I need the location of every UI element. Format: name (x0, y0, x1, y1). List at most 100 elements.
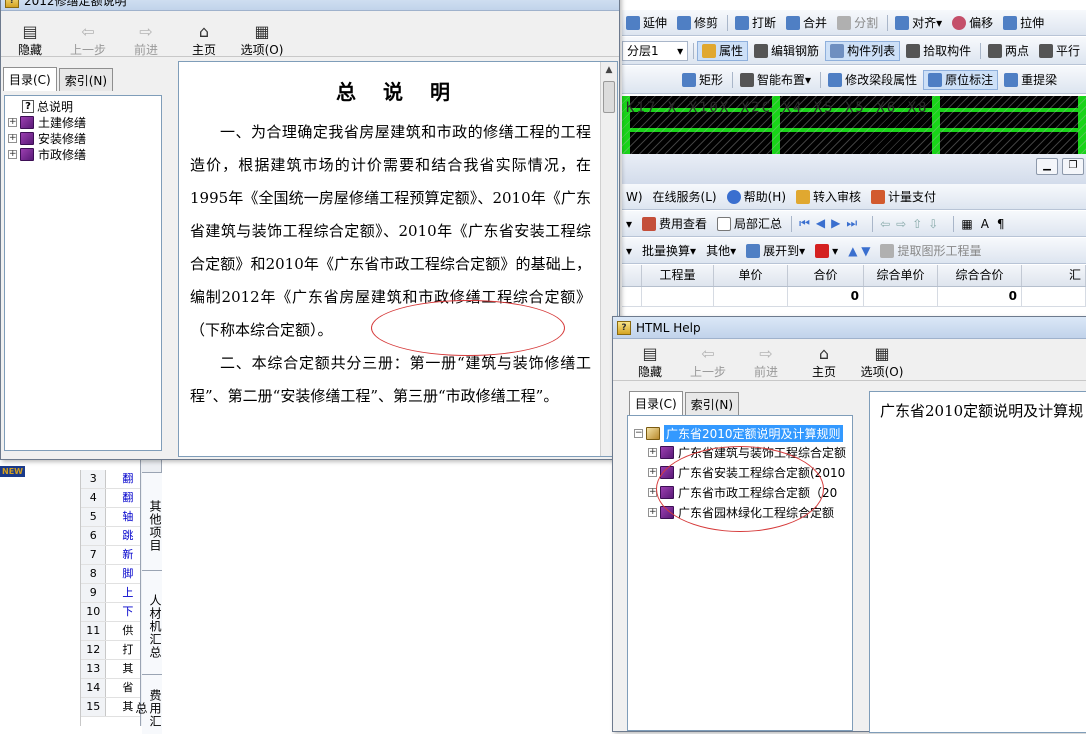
extend-tool[interactable]: 延伸 (622, 13, 671, 33)
color-button[interactable]: ▾ (811, 241, 842, 261)
expand-icon[interactable]: + (648, 447, 657, 457)
offset-label: 偏移 (969, 16, 994, 30)
list-row[interactable]: 4翻 (81, 489, 140, 508)
list-row[interactable]: 13 其 (81, 660, 140, 679)
cad-drawing-area[interactable]: K17 X X10X X2C X4 X5 X5 X6 X8 (622, 96, 1086, 154)
component-list-label: 构件列表 (847, 44, 896, 58)
menu-measure-pay[interactable]: 计量支付 (867, 187, 940, 207)
extract-quantity-button[interactable]: 提取图形工程量 (876, 241, 985, 261)
edit-rebar-button[interactable]: 编辑钢筋 (750, 41, 823, 61)
tab-materials-summary[interactable]: 人材机汇总 (142, 570, 162, 674)
properties-button[interactable]: 属性 (697, 40, 749, 61)
list-row[interactable]: 5轴 (81, 508, 140, 527)
list-row[interactable]: 6跳 (81, 527, 140, 546)
scroll-up-icon[interactable]: ▲ (601, 62, 617, 79)
modify-beam-tool[interactable]: 修改梁段属性 (824, 70, 921, 90)
tab-contents[interactable]: 目录(C) (3, 67, 57, 91)
row-number: 5 (81, 508, 107, 526)
list-row[interactable]: 3翻 (81, 470, 140, 489)
list-row[interactable]: 9上 (81, 584, 140, 603)
column-header-total[interactable]: 合价 (788, 265, 864, 286)
restore-icon[interactable]: ❐ (1062, 158, 1084, 175)
tab-index[interactable]: 索引(N) (58, 68, 114, 91)
menu-help[interactable]: 帮助(H) (723, 187, 790, 207)
menu-online-service[interactable]: 在线服务(L) (649, 187, 721, 207)
expand-icon[interactable]: + (8, 133, 17, 143)
other-button[interactable]: 其他 ▾ (702, 241, 740, 261)
cost-view-checkbox[interactable]: 费用查看 (638, 214, 711, 234)
tab-contents[interactable]: 目录(C) (629, 391, 683, 415)
list-row[interactable]: 12 打 (81, 641, 140, 660)
list-row[interactable]: 14 省 (81, 679, 140, 698)
menu-item[interactable]: W) (622, 187, 647, 207)
list-row[interactable]: 8脚 (81, 565, 140, 584)
forward-label: 前进 (133, 43, 158, 57)
menu-import-audit[interactable]: 转入审核 (792, 187, 865, 207)
column-header-unit-price[interactable]: 单价 (714, 265, 788, 286)
tree-item-install[interactable]: + 安装修缮 (8, 130, 158, 146)
stretch-tool[interactable]: 拉伸 (999, 13, 1048, 33)
hide-button[interactable]: ▤ 隐藏 (1, 21, 59, 57)
column-header-quantity[interactable]: 工程量 (642, 265, 714, 286)
move-arrows[interactable]: ⇦⇨⇧⇩ (876, 214, 948, 234)
re-extract-beam-tool[interactable]: 重提梁 (1000, 70, 1061, 90)
dropdown-arrow[interactable]: ▾ (622, 241, 636, 261)
collapse-icon[interactable]: − (634, 428, 643, 438)
options-button[interactable]: ▦ 选项(O) (853, 343, 911, 379)
scroll-thumb[interactable] (603, 81, 615, 113)
column-header-comp-unit-price[interactable]: 综合单价 (864, 265, 938, 286)
window-titlebar[interactable]: ? 2012修缮定额说明 (1, 0, 619, 11)
column-header-comp-total[interactable]: 综合合价 (938, 265, 1022, 286)
tab-index[interactable]: 索引(N) (684, 392, 740, 415)
nav-arrows[interactable]: ⏮◀▶⏭ (795, 214, 867, 234)
smart-layout-tool[interactable]: 智能布置 ▾ (736, 70, 815, 90)
tab-other-items[interactable]: 其他项目 (142, 472, 162, 570)
rectangle-tool[interactable]: 矩形 (678, 70, 727, 90)
expand-to-button[interactable]: 展开到 ▾ (742, 241, 809, 261)
back-button[interactable]: ⇦ 上一步 (59, 21, 117, 57)
tree-item-overview[interactable]: ? 总说明 (8, 98, 158, 114)
partial-summary-checkbox[interactable]: 局部汇总 (713, 214, 786, 234)
in-place-mark-tool[interactable]: 原位标注 (923, 69, 999, 90)
back-button[interactable]: ⇦ 上一步 (679, 343, 737, 379)
expand-icon[interactable]: + (8, 117, 17, 127)
tree-item-municipal[interactable]: + 市政修缮 (8, 146, 158, 162)
split-tool[interactable]: 分割 (833, 13, 882, 33)
list-row[interactable]: 11 供 (81, 622, 140, 641)
align-tool[interactable]: 对齐 ▾ (891, 13, 946, 33)
hide-button[interactable]: ▤ 隐藏 (621, 343, 679, 379)
list-row[interactable]: 7新 (81, 546, 140, 565)
window-titlebar[interactable]: ? HTML Help (613, 317, 1086, 339)
grid-cell (642, 287, 714, 306)
column-header-summary[interactable]: 汇 (1022, 265, 1086, 286)
layer-select[interactable]: 分层1 ▾ (622, 40, 689, 61)
misc-tools[interactable]: ▦ A ¶ (957, 214, 1016, 234)
component-list-button[interactable]: 构件列表 (825, 40, 901, 61)
expand-icon[interactable]: + (648, 467, 657, 477)
tab-cost-summary[interactable]: 费用汇总 (134, 674, 162, 734)
expand-icon[interactable]: + (8, 149, 17, 159)
up-down-buttons[interactable]: ▲ ▼ (844, 241, 874, 261)
pick-component-button[interactable]: 拾取构件 (902, 41, 975, 61)
draw-toolbar: 矩形 智能布置 ▾ 修改梁段属性 原位标注 重提梁 (622, 66, 1086, 94)
grid-total-row[interactable]: 0 0 (622, 287, 1086, 307)
batch-convert-button[interactable]: 批量换算 ▾ (638, 241, 700, 261)
home-button[interactable]: ⌂ 主页 (175, 21, 233, 57)
list-row[interactable]: 15 其 (81, 698, 140, 717)
two-points-button[interactable]: 两点 (984, 41, 1033, 61)
offset-tool[interactable]: 偏移 (948, 13, 997, 33)
minimize-icon[interactable]: ▁ (1036, 158, 1058, 175)
break-tool[interactable]: 打断 (731, 13, 780, 33)
parallel-button[interactable]: 平行 (1035, 41, 1084, 61)
list-row[interactable]: 10 下 (81, 603, 140, 622)
options-button[interactable]: ▦ 选项(O) (233, 21, 291, 57)
expand-icon[interactable]: + (648, 507, 657, 517)
dropdown-arrow[interactable]: ▾ (622, 214, 636, 234)
tree-item-civil[interactable]: + 土建修缮 (8, 114, 158, 130)
forward-button[interactable]: ⇨ 前进 (737, 343, 795, 379)
merge-tool[interactable]: 合并 (782, 13, 831, 33)
forward-button[interactable]: ⇨ 前进 (117, 21, 175, 57)
trim-tool[interactable]: 修剪 (673, 13, 722, 33)
tree-item-root[interactable]: − 广东省2010定额说明及计算规则 (634, 424, 846, 442)
home-button[interactable]: ⌂ 主页 (795, 343, 853, 379)
